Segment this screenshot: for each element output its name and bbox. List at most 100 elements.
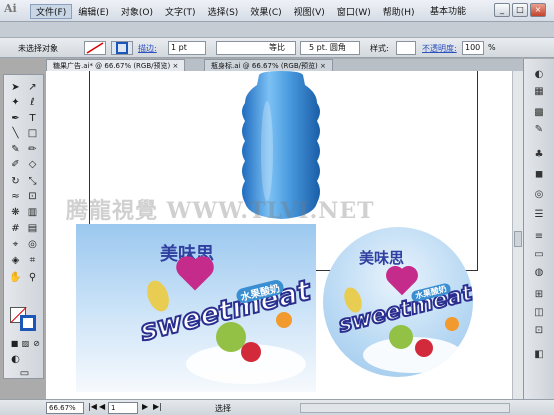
workspace-switcher[interactable]: 基本功能 xyxy=(430,4,466,17)
menu-effect[interactable]: 效果(C) xyxy=(244,4,287,19)
appearance-icon[interactable]: ◎ xyxy=(532,189,546,201)
first-page-icon[interactable]: |◀ xyxy=(88,402,97,411)
brush-definition[interactable]: 5 pt. 圆角 xyxy=(300,41,360,55)
pathfinder-icon[interactable]: ◫ xyxy=(532,307,546,319)
prev-page-icon[interactable]: ◀ xyxy=(99,402,105,411)
selection-status: 未选择对象 xyxy=(18,44,58,53)
zoom-tool-icon[interactable]: ⚲ xyxy=(25,271,40,284)
magic-wand-tool-icon[interactable]: ✦ xyxy=(8,96,23,109)
status-bar: 66.67% |◀ ◀ 1 ▶ ▶| 选择 xyxy=(0,399,554,415)
live-paint-tool-icon[interactable]: ◈ xyxy=(8,254,23,267)
control-bar: 未选择对象 描边: 1 pt 等比 5 pt. 圆角 样式: 不透明度: 100… xyxy=(0,38,554,58)
direct-selection-tool-icon[interactable]: ↗ xyxy=(25,81,40,94)
stroke-label[interactable]: 描边: xyxy=(138,43,157,54)
tab-close-icon[interactable]: × xyxy=(172,62,178,70)
none-mode-icon[interactable]: ⊘ xyxy=(29,337,44,350)
line-tool-icon[interactable]: ╲ xyxy=(8,127,23,140)
no-fill-icon xyxy=(86,42,104,54)
scroll-thumb[interactable] xyxy=(514,231,522,247)
app-logo: Ai xyxy=(4,2,17,15)
swatches-icon[interactable]: ▩ xyxy=(532,107,546,119)
slice-tool-icon[interactable]: ⌗ xyxy=(25,254,40,267)
next-page-icon[interactable]: ▶ xyxy=(142,402,148,411)
tab-candy-ad[interactable]: 糖果广告.ai* @ 66.67% (RGB/预览) × xyxy=(46,59,186,71)
restore-button[interactable]: □ xyxy=(512,3,528,17)
layers-icon[interactable]: ☰ xyxy=(532,209,546,221)
artboards-icon[interactable]: ◧ xyxy=(532,349,546,361)
paintbrush-tool-icon[interactable]: ✎ xyxy=(8,143,23,156)
blob-brush-tool-icon[interactable]: ✐ xyxy=(8,158,23,171)
orange-shape xyxy=(445,317,459,331)
watermark: 腾龍視覺 WWW.TLVI.NET xyxy=(66,198,375,224)
pencil-tool-icon[interactable]: ✏ xyxy=(25,143,40,156)
minimize-button[interactable]: _ xyxy=(494,3,510,17)
tab-label: 糖果广告.ai* @ 66.67% (RGB/预览) xyxy=(53,62,171,70)
lasso-tool-icon[interactable]: ℓ xyxy=(25,96,40,109)
milk-splash xyxy=(363,337,463,373)
stroke-swatch[interactable] xyxy=(20,315,36,331)
screen-mode-icon[interactable]: ▭ xyxy=(17,367,32,380)
stroke-icon[interactable]: ≡ xyxy=(532,231,546,243)
pen-tool-icon[interactable]: ✒ xyxy=(8,112,23,125)
opacity-field[interactable]: 100 xyxy=(462,41,484,55)
mesh-tool-icon[interactable]: # xyxy=(8,222,23,235)
stroke-color-picker[interactable] xyxy=(111,41,133,55)
graphic-style-picker[interactable] xyxy=(396,41,416,55)
variable-width-profile[interactable]: 等比 xyxy=(216,41,296,55)
current-tool-status[interactable]: 选择 xyxy=(215,403,231,414)
canvas[interactable]: 美味思 sweetmeat 水果酸奶 美味思 sweetmeat 水果酸奶 腾龍… xyxy=(46,71,512,399)
page-field[interactable]: 1 xyxy=(108,402,138,414)
vertical-scrollbar[interactable] xyxy=(512,71,523,399)
menu-file[interactable]: 文件(F) xyxy=(30,4,73,19)
horizontal-scrollbar[interactable] xyxy=(300,403,510,413)
menu-edit[interactable]: 编辑(E) xyxy=(72,4,115,19)
gradient-icon[interactable]: ▭ xyxy=(532,249,546,261)
label-artwork-circle[interactable]: 美味思 sweetmeat 水果酸奶 xyxy=(323,227,473,377)
document-tabs: 糖果广告.ai* @ 66.67% (RGB/预览) × 瓶身标.ai @ 66… xyxy=(46,59,526,71)
gradient-tool-icon[interactable]: ▤ xyxy=(25,222,40,235)
fill-color-picker[interactable] xyxy=(84,41,106,55)
opacity-label[interactable]: 不透明度: xyxy=(422,43,457,54)
menu-object[interactable]: 对象(O) xyxy=(115,4,159,19)
free-transform-tool-icon[interactable]: ⊡ xyxy=(25,190,40,203)
stroke-width-field[interactable]: 1 pt xyxy=(168,41,206,55)
type-tool-icon[interactable]: T xyxy=(25,112,40,125)
strawberry-shape xyxy=(415,339,433,357)
eraser-tool-icon[interactable]: ◇ xyxy=(25,158,40,171)
panel-dock: ◐ ▦ ▩ ✎ ♣ ◼ ◎ ☰ ≡ ▭ ◍ ⊞ ◫ ⊡ ◧ xyxy=(523,59,554,399)
menu-help[interactable]: 帮助(H) xyxy=(377,4,421,19)
rotate-tool-icon[interactable]: ↻ xyxy=(8,175,23,188)
color-panel-icon[interactable]: ◐ xyxy=(532,69,546,81)
symbol-sprayer-tool-icon[interactable]: ❋ xyxy=(8,206,23,219)
menu-view[interactable]: 视图(V) xyxy=(288,4,331,19)
orange-shape xyxy=(276,312,292,328)
last-page-icon[interactable]: ▶| xyxy=(153,402,162,411)
menu-window[interactable]: 窗口(W) xyxy=(331,4,377,19)
label-artwork-rect[interactable]: 美味思 sweetmeat 水果酸奶 xyxy=(76,224,316,392)
tab-close-icon[interactable]: × xyxy=(320,62,326,70)
graphic-styles-icon[interactable]: ◼ xyxy=(532,169,546,181)
scale-tool-icon[interactable]: ⤡ xyxy=(25,175,40,188)
opacity-unit: % xyxy=(488,43,496,52)
symbols-icon[interactable]: ♣ xyxy=(532,149,546,161)
blend-tool-icon[interactable]: ◎ xyxy=(25,238,40,251)
close-button[interactable]: × xyxy=(530,3,546,17)
hand-tool-icon[interactable]: ✋ xyxy=(8,271,23,284)
color-guide-icon[interactable]: ▦ xyxy=(532,86,546,98)
zoom-field[interactable]: 66.67% xyxy=(46,402,84,414)
tab-bottle-label[interactable]: 瓶身标.ai @ 66.67% (RGB/预览) × xyxy=(204,59,333,71)
menu-select[interactable]: 选择(S) xyxy=(202,4,245,19)
eyedropper-tool-icon[interactable]: ⌖ xyxy=(8,238,23,251)
menu-type[interactable]: 文字(T) xyxy=(159,4,202,19)
rectangle-tool-icon[interactable]: □ xyxy=(25,127,40,140)
align-icon[interactable]: ⊞ xyxy=(532,289,546,301)
transform-icon[interactable]: ⊡ xyxy=(532,325,546,337)
stroke-swatch-icon xyxy=(116,42,128,54)
transparency-icon[interactable]: ◍ xyxy=(532,267,546,279)
brushes-icon[interactable]: ✎ xyxy=(532,124,546,136)
apple-shape xyxy=(389,325,413,349)
column-graph-tool-icon[interactable]: ▥ xyxy=(25,206,40,219)
selection-tool-icon[interactable]: ➤ xyxy=(8,81,23,94)
warp-tool-icon[interactable]: ≈ xyxy=(8,190,23,203)
draw-mode-icon[interactable]: ◐ xyxy=(8,353,23,366)
